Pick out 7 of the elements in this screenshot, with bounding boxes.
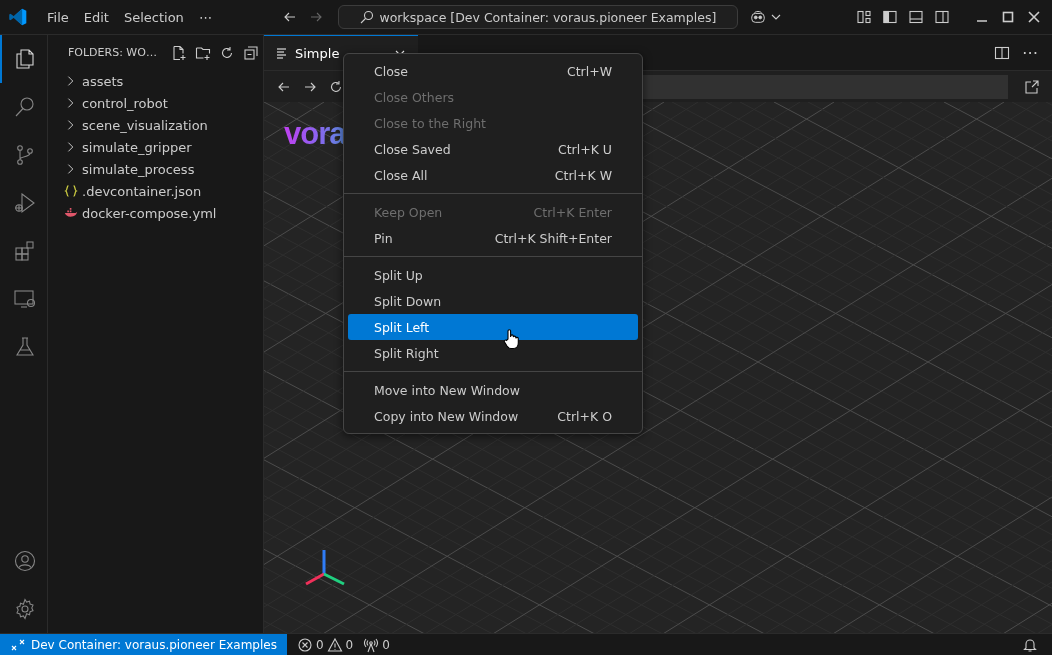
shortcut-text: Ctrl+K Enter — [533, 204, 612, 220]
shortcut-text: Ctrl+K Shift+Enter — [494, 230, 612, 246]
sidebar-title: FOLDERS: WO… — [68, 46, 157, 59]
shortcut-text: Ctrl+K U — [557, 141, 612, 157]
shortcut-text: Ctrl+W — [566, 63, 612, 79]
shortcut-text: Ctrl+K O — [557, 408, 612, 424]
shortcut-text: Ctrl+K W — [554, 167, 612, 183]
